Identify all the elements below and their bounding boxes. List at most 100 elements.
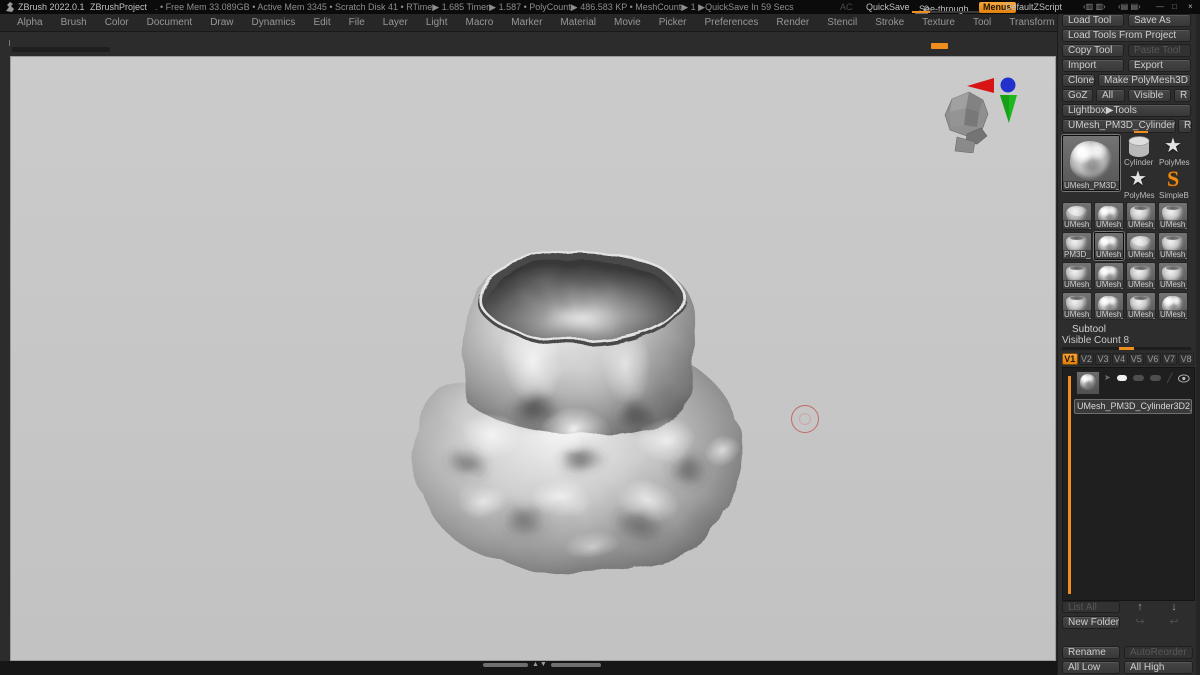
menu-item-layer[interactable]: Layer <box>374 17 417 28</box>
load-tools-from-project-button[interactable]: Load Tools From Project <box>1062 29 1191 42</box>
subtool-item[interactable]: ➤ ╱ UMesh_PM3D_Cylinder3D2_6 <box>1074 371 1192 417</box>
tool-slot-polymesh-star-1[interactable]: ★ PolyMes <box>1157 135 1191 167</box>
divider-arrows-icon[interactable]: ▲▼ <box>532 661 548 668</box>
export-button[interactable]: Export <box>1128 59 1191 72</box>
tool-slot-simplebrush[interactable]: S SimpleB <box>1157 168 1191 200</box>
load-tool-button[interactable]: Load Tool <box>1062 14 1124 27</box>
tool-grid-thumbnail-8[interactable]: UMesh_ <box>1062 262 1092 290</box>
lightbox-tools-button[interactable]: Lightbox▶Tools <box>1062 104 1191 117</box>
close-icon[interactable]: × <box>1188 2 1193 11</box>
bottom-divider-handle[interactable]: ▲▼ <box>483 661 603 671</box>
tool-grid-thumbnail-14[interactable]: UMesh_ <box>1126 292 1156 320</box>
tool-grid-thumbnail-15[interactable]: UMesh_ <box>1158 292 1188 320</box>
tool-grid-thumbnail-10[interactable]: UMesh_ <box>1126 262 1156 290</box>
save-as-button[interactable]: Save As <box>1128 14 1191 27</box>
tool-grid-thumbnail-12[interactable]: UMesh_ <box>1062 292 1092 320</box>
top-mini-scrollbar[interactable] <box>12 47 110 52</box>
goz-button[interactable]: GoZ <box>1062 89 1093 102</box>
tool-grid-thumbnail-1[interactable]: UMesh_ <box>1094 202 1124 230</box>
menu-item-draw[interactable]: Draw <box>201 17 242 28</box>
tool-grid-thumbnail-11[interactable]: UMesh_ <box>1158 262 1188 290</box>
menu-item-light[interactable]: Light <box>417 17 457 28</box>
move-icon[interactable]: ➤ <box>1104 374 1111 382</box>
uv-toggle-icon[interactable] <box>1133 375 1144 381</box>
clone-button[interactable]: Clone <box>1062 74 1095 87</box>
subtool-tab-v3[interactable]: V3 <box>1095 353 1111 365</box>
menu-item-render[interactable]: Render <box>767 17 818 28</box>
menu-item-document[interactable]: Document <box>138 17 202 28</box>
polypaint-toggle-icon[interactable] <box>1117 375 1128 381</box>
minimize-icon[interactable]: — <box>1156 2 1164 11</box>
menu-item-transform[interactable]: Transform <box>1000 17 1063 28</box>
default-zscript-button[interactable]: DefaultZScript <box>1005 2 1062 12</box>
goz-visible-button[interactable]: Visible <box>1128 89 1171 102</box>
menu-item-tool[interactable]: Tool <box>964 17 1000 28</box>
tool-slot-cylinder[interactable]: Cylinder <box>1122 135 1156 167</box>
menu-item-material[interactable]: Material <box>551 17 605 28</box>
tool-grid-thumbnail-7[interactable]: UMesh_ <box>1158 232 1188 260</box>
tool-slot-polymesh-star-2[interactable]: ★ PolyMes <box>1122 168 1156 200</box>
subtool-thumbnail[interactable] <box>1076 371 1100 395</box>
menu-item-movie[interactable]: Movie <box>605 17 650 28</box>
subtool-tab-v7[interactable]: V7 <box>1162 353 1178 365</box>
all-low-button[interactable]: All Low <box>1062 661 1120 674</box>
tool-grid-thumbnail-9[interactable]: UMesh_ <box>1094 262 1124 290</box>
visible-count-track[interactable] <box>1062 347 1191 350</box>
tool-grid-label: UMesh_ <box>1095 220 1123 229</box>
new-folder-button[interactable]: New Folder <box>1062 616 1120 629</box>
subtool-tab-v6[interactable]: V6 <box>1145 353 1161 365</box>
tool-grid-thumbnail-4[interactable]: PM3D_C <box>1062 232 1092 260</box>
subtool-tab-v4[interactable]: V4 <box>1112 353 1128 365</box>
active-tool-button[interactable]: UMesh_PM3D_Cylinder3D2_6 <box>1062 119 1176 133</box>
rename-button[interactable]: Rename <box>1062 646 1120 659</box>
subtool-list[interactable]: ➤ ╱ UMesh_PM3D_Cylinder3D2_6 <box>1062 367 1195 601</box>
tray-scrollbar[interactable] <box>1196 14 1200 675</box>
menu-item-macro[interactable]: Macro <box>457 17 503 28</box>
subtool-tab-v5[interactable]: V5 <box>1129 353 1145 365</box>
active-tool-r-button[interactable]: R <box>1178 119 1192 133</box>
menu-item-brush[interactable]: Brush <box>52 17 96 28</box>
menu-item-stencil[interactable]: Stencil <box>818 17 866 28</box>
goz-r-button[interactable]: R <box>1174 89 1191 102</box>
menu-item-preferences[interactable]: Preferences <box>695 17 767 28</box>
menu-item-picker[interactable]: Picker <box>650 17 696 28</box>
tool-grid-thumbnail-3[interactable]: UMesh_ <box>1158 202 1188 230</box>
goz-all-button[interactable]: All <box>1096 89 1125 102</box>
subtool-scrollbar[interactable] <box>1068 376 1071 594</box>
axis-orientation-gizmo[interactable] <box>967 73 1029 125</box>
visible-count-slider[interactable]: Visible Count 8 <box>1062 335 1191 346</box>
all-high-button[interactable]: All High <box>1124 661 1193 674</box>
subtool-tab-v1[interactable]: V1 <box>1062 353 1078 365</box>
subtool-item-name[interactable]: UMesh_PM3D_Cylinder3D2_6 <box>1074 399 1192 414</box>
menu-item-edit[interactable]: Edit <box>304 17 339 28</box>
menu-item-dynamics[interactable]: Dynamics <box>243 17 305 28</box>
menu-item-texture[interactable]: Texture <box>913 17 964 28</box>
make-polymesh3d-button[interactable]: Make PolyMesh3D <box>1098 74 1191 87</box>
menu-item-alpha[interactable]: Alpha <box>8 17 52 28</box>
tray-toggle-icons-left[interactable]: ‹▥ ▥› <box>1083 2 1106 11</box>
eye-visibility-icon[interactable] <box>1178 374 1190 383</box>
menu-item-file[interactable]: File <box>340 17 374 28</box>
document-canvas[interactable] <box>10 56 1056 661</box>
copy-tool-button[interactable]: Copy Tool <box>1062 44 1124 57</box>
tool-grid-thumbnail-0[interactable]: UMesh_ <box>1062 202 1092 230</box>
tool-grid-thumbnail-2[interactable]: UMesh_ <box>1126 202 1156 230</box>
subtool-tab-v8[interactable]: V8 <box>1178 353 1194 365</box>
import-button[interactable]: Import <box>1062 59 1124 72</box>
menu-item-marker[interactable]: Marker <box>502 17 551 28</box>
tool-grid-thumbnail-6[interactable]: UMesh_ <box>1126 232 1156 260</box>
restore-icon[interactable]: □ <box>1172 2 1177 11</box>
menu-item-color[interactable]: Color <box>96 17 138 28</box>
texture-toggle-icon[interactable] <box>1150 375 1161 381</box>
menu-item-stroke[interactable]: Stroke <box>866 17 913 28</box>
move-down-icon[interactable]: ↓ <box>1164 601 1184 613</box>
tool-grid-thumbnail-13[interactable]: UMesh_ <box>1094 292 1124 320</box>
tool-grid-thumbnail-5[interactable]: UMesh_ <box>1094 232 1124 260</box>
tray-divider-handle[interactable] <box>931 43 948 49</box>
subtool-tab-v2[interactable]: V2 <box>1079 353 1095 365</box>
tray-toggle-icons-right[interactable]: ‹▤ ▤› <box>1118 2 1141 11</box>
move-up-icon[interactable]: ↑ <box>1130 601 1150 613</box>
quicksave-button[interactable]: QuickSave <box>866 2 910 12</box>
active-tool-thumbnail[interactable]: UMesh_PM3D_C <box>1062 135 1120 191</box>
title-bar: ZBrush 2022.0.1 ZBrushProject . • Free M… <box>0 0 1200 14</box>
